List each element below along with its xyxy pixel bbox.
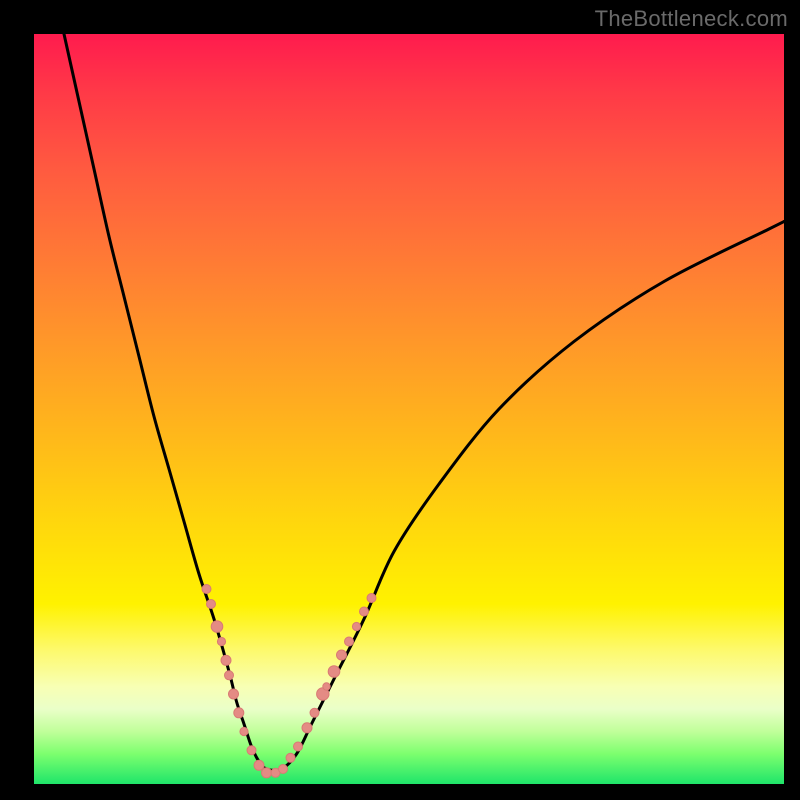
data-marker bbox=[302, 723, 312, 733]
data-marker bbox=[207, 600, 216, 609]
data-marker bbox=[225, 671, 234, 680]
outer-frame: TheBottleneck.com bbox=[0, 0, 800, 800]
marker-group bbox=[202, 585, 376, 778]
data-marker bbox=[247, 746, 256, 755]
chart-svg bbox=[34, 34, 784, 784]
data-marker bbox=[294, 742, 303, 751]
data-marker bbox=[254, 760, 264, 770]
data-marker bbox=[217, 637, 225, 645]
data-marker bbox=[345, 637, 354, 646]
data-marker bbox=[279, 765, 288, 774]
data-marker bbox=[310, 708, 319, 717]
data-marker bbox=[240, 727, 248, 735]
data-marker bbox=[202, 585, 211, 594]
data-marker bbox=[337, 650, 347, 660]
plot-area bbox=[34, 34, 784, 784]
data-marker bbox=[221, 655, 231, 665]
data-marker bbox=[323, 683, 330, 690]
data-marker bbox=[234, 708, 244, 718]
data-marker bbox=[367, 594, 376, 603]
data-marker bbox=[360, 607, 369, 616]
bottleneck-curve bbox=[64, 34, 784, 770]
data-marker bbox=[262, 768, 272, 778]
data-marker bbox=[328, 666, 340, 678]
data-marker bbox=[286, 753, 295, 762]
data-marker bbox=[211, 621, 223, 633]
data-marker bbox=[352, 622, 360, 630]
data-marker bbox=[229, 689, 239, 699]
watermark-text: TheBottleneck.com bbox=[595, 6, 788, 32]
